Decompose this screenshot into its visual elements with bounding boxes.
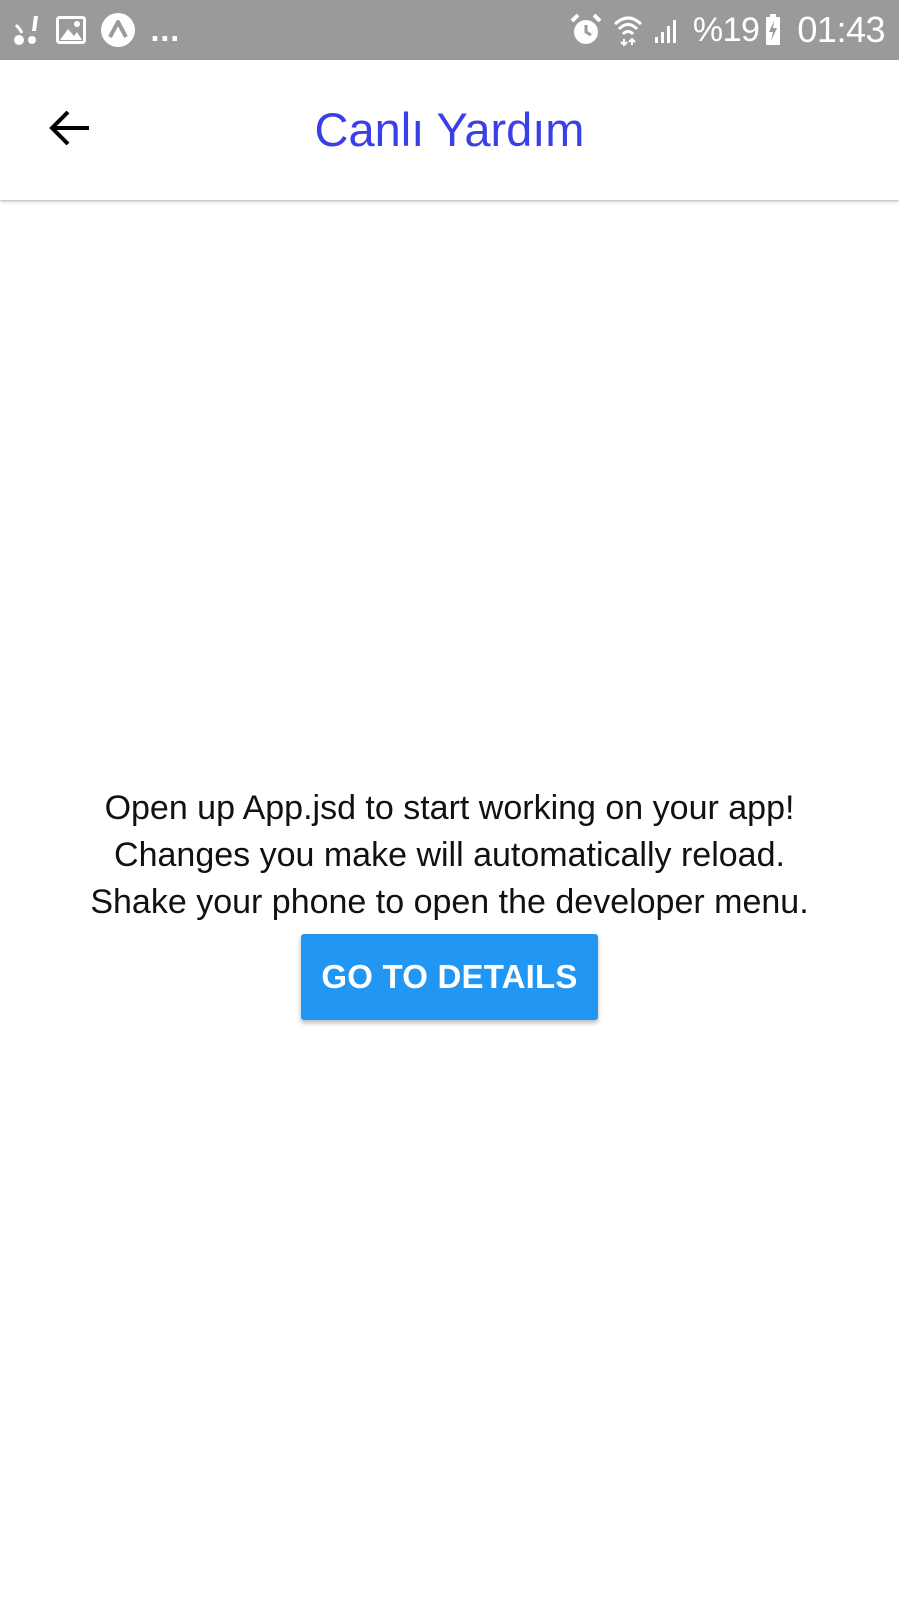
- app-screen: ... %19 01:43 Canlı Yardım Open up App.j…: [0, 0, 899, 1599]
- status-bar-right: %19 01:43: [569, 9, 885, 50]
- image-icon: [56, 16, 86, 44]
- back-button[interactable]: [30, 90, 110, 170]
- instruction-line: Shake your phone to open the developer m…: [90, 883, 809, 921]
- main-content: Open up App.jsd to start working on your…: [0, 785, 899, 1020]
- signal-icon: [653, 15, 683, 45]
- status-bar: ... %19 01:43: [0, 0, 899, 60]
- instruction-line: Changes you make will automatically relo…: [114, 836, 785, 874]
- alarm-icon: [569, 13, 603, 47]
- arrow-left-icon: [49, 110, 91, 151]
- notification-more-indicator: ...: [150, 18, 180, 48]
- status-bar-left: ...: [10, 10, 180, 50]
- call-forward-icon: [10, 13, 42, 47]
- instruction-line: Open up App.jsd to start working on your…: [104, 789, 795, 827]
- app-a-icon: [100, 12, 136, 48]
- app-header: Canlı Yardım: [0, 60, 899, 200]
- status-time: 01:43: [797, 9, 885, 50]
- wifi-icon: [613, 14, 643, 46]
- battery-percent: %19: [692, 10, 760, 49]
- page-title: Canlı Yardım: [314, 103, 585, 156]
- go-to-details-button[interactable]: GO TO DETAILS: [301, 934, 598, 1020]
- battery-charging-icon: [765, 14, 781, 46]
